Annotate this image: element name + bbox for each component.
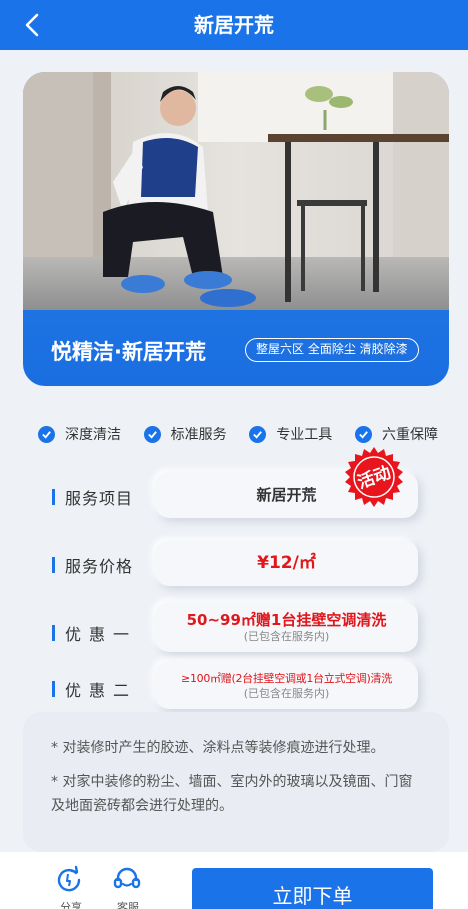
service-tags-badge: 整屋六区 全面除尘 清胶除漆	[245, 338, 419, 362]
service-project-value: 新居开荒	[256, 486, 317, 504]
promo2-field: ≥100㎡赠(2台挂壁空调或1台立式空调)清洗 (已包含在服务内)	[155, 661, 418, 709]
check-circle-icon	[249, 425, 267, 443]
customer-service-label: 客服	[117, 901, 139, 909]
note-text: * 对装修时产生的胶迹、涂料点等装修痕迹进行处理。	[51, 740, 385, 756]
check-circle-icon	[354, 425, 372, 443]
feature-item: 标准服务	[143, 422, 227, 446]
promo1-value: 50~99㎡赠1台挂壁空调清洗	[186, 611, 387, 629]
label-accent-bar	[52, 681, 55, 697]
activity-stamp-icon: 活动	[345, 447, 403, 507]
page-title: 新居开荒	[194, 13, 274, 37]
service-price-value: ¥12/㎡	[257, 553, 316, 573]
feature-list: 深度清洁 标准服务 专业工具 六重保障	[38, 422, 438, 446]
row-label-promo2: 优惠二	[52, 677, 137, 701]
order-now-button[interactable]: 立即下单	[192, 868, 433, 909]
feature-item: 专业工具	[249, 422, 332, 446]
bottom-action-bar: 分享 客服 立即下单	[0, 852, 468, 909]
label-accent-bar	[52, 557, 55, 573]
check-circle-icon	[38, 425, 55, 443]
check-circle-icon	[143, 425, 161, 443]
hero-photo	[23, 72, 449, 310]
feature-label: 六重保障	[381, 427, 438, 443]
top-bar: 新居开荒	[0, 0, 468, 50]
feature-label: 标准服务	[170, 427, 227, 443]
share-button[interactable]	[54, 864, 84, 894]
customer-service-button[interactable]	[112, 864, 142, 894]
promo1-note: (已包含在服务内)	[243, 630, 330, 643]
row-label-project: 服务项目	[52, 485, 133, 509]
hero-banner: 悦精洁·新居开荒 整屋六区 全面除尘 清胶除漆	[23, 72, 449, 386]
feature-label: 深度清洁	[65, 427, 121, 443]
share-icon	[57, 865, 81, 892]
feature-item: 六重保障	[354, 422, 438, 446]
row-label-promo1: 优惠一	[52, 621, 137, 645]
promo1-field: 50~99㎡赠1台挂壁空调清洗 (已包含在服务内)	[155, 602, 418, 652]
service-price-field: ¥12/㎡	[155, 540, 418, 586]
service-notes: * 对装修时产生的胶迹、涂料点等装修痕迹进行处理。 * 对家中装修的粉尘、墙面、…	[23, 712, 449, 852]
row-label-price: 服务价格	[52, 553, 133, 577]
note-text: * 对家中装修的粉尘、墙面、室内外的玻璃以及镜面、门窗及地面瓷砖都会进行处理的。	[51, 774, 413, 814]
label-accent-bar	[52, 489, 55, 505]
feature-label: 专业工具	[276, 427, 333, 443]
promo2-value: ≥100㎡赠(2台挂壁空调或1台立式空调)清洗	[181, 672, 392, 685]
headset-icon	[113, 867, 141, 889]
feature-item: 深度清洁	[38, 422, 121, 446]
share-label: 分享	[60, 901, 82, 909]
promo2-note: (已包含在服务内)	[243, 687, 330, 700]
hero-info-band: 悦精洁·新居开荒 整屋六区 全面除尘 清胶除漆	[23, 310, 449, 386]
label-accent-bar	[52, 625, 55, 641]
service-brand-title: 悦精洁·新居开荒	[51, 340, 206, 364]
